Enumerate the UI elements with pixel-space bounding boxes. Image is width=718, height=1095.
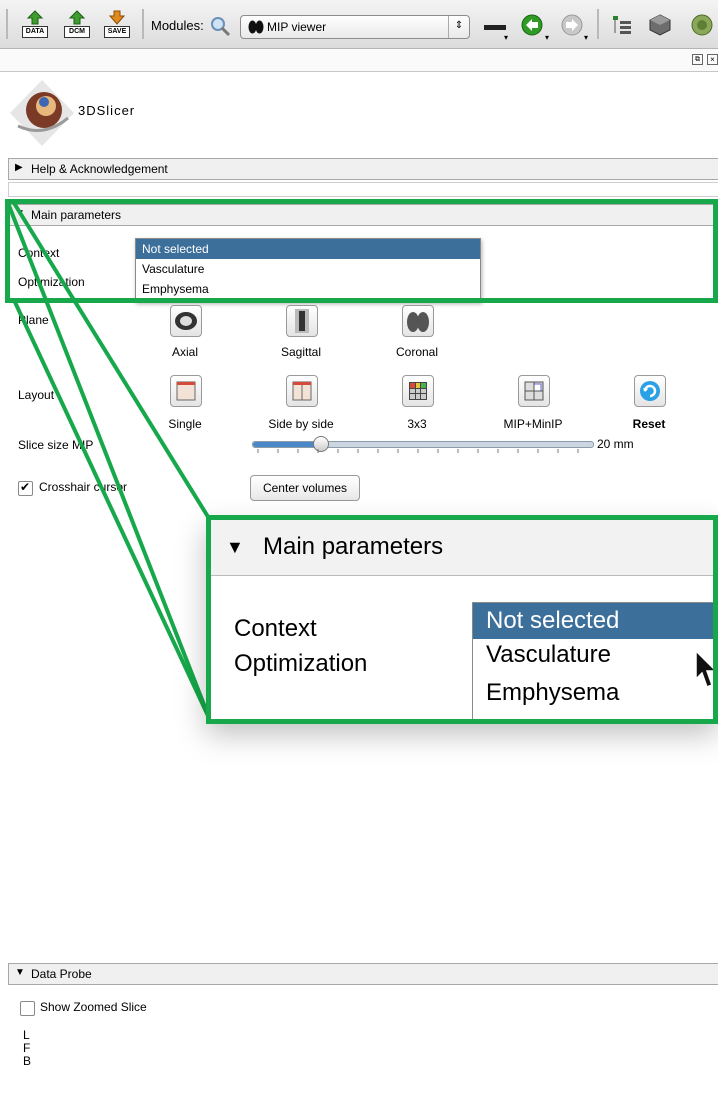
highlight-box-zoom [206, 515, 718, 724]
probe-coord-f: F [23, 1041, 31, 1055]
data-probe-header[interactable]: ▼ Data Probe [8, 963, 718, 985]
show-zoomed-label: Show Zoomed Slice [40, 1000, 147, 1014]
data-probe-label: Data Probe [31, 967, 92, 981]
show-zoomed-checkbox[interactable] [20, 1001, 35, 1016]
probe-coord-l: L [23, 1028, 30, 1042]
expanded-arrow-icon: ▼ [15, 967, 25, 978]
probe-coord-b: B [23, 1054, 32, 1068]
